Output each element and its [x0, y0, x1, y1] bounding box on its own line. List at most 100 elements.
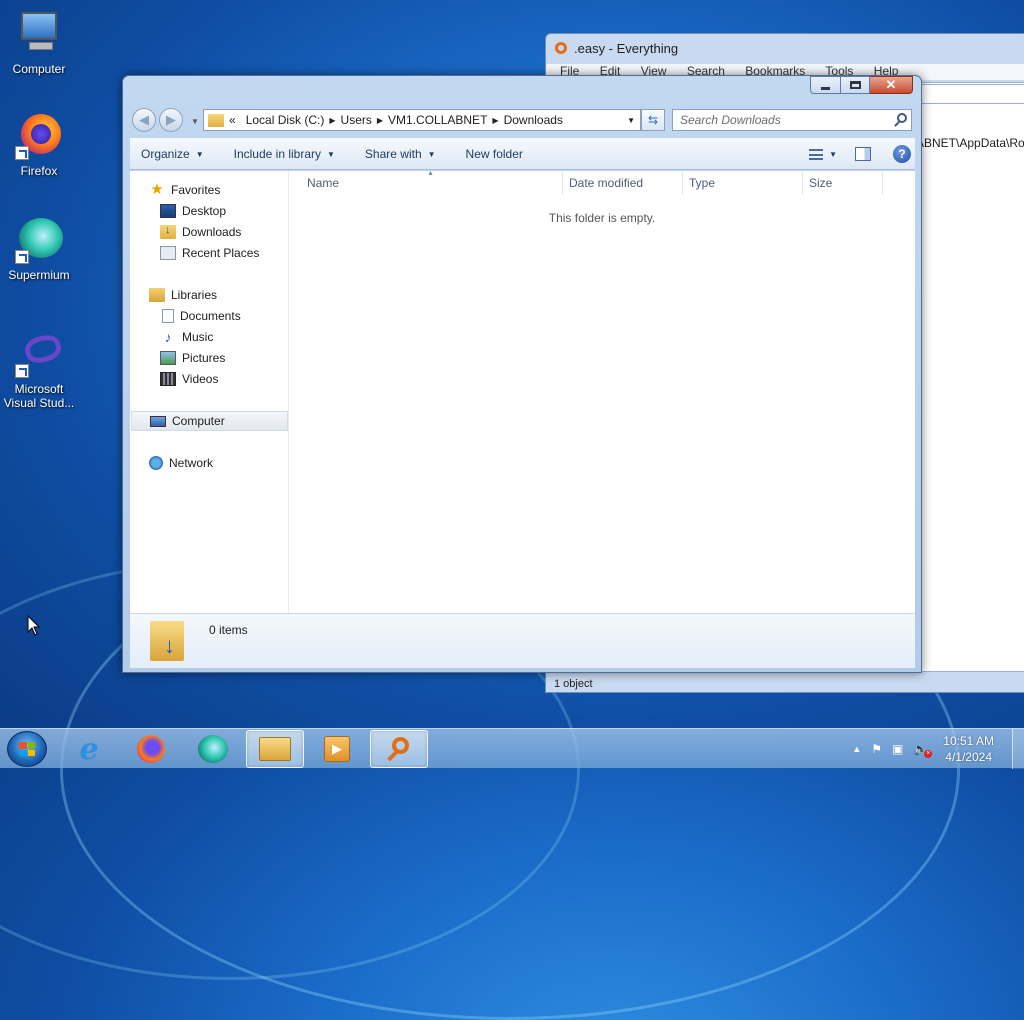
firefox-icon	[137, 735, 165, 763]
column-header-name[interactable]: Name ▲	[289, 170, 563, 195]
address-bar[interactable]: « Local Disk (C:) ▶ Users ▶ VM1.COLLABNE…	[203, 109, 641, 131]
column-label: Date modified	[569, 176, 644, 190]
shortcut-arrow-icon	[15, 364, 29, 378]
search-input[interactable]	[673, 110, 883, 130]
nav-favorites[interactable]: ★ Favorites	[149, 180, 220, 200]
everything-title-bar[interactable]: .easy - Everything	[546, 34, 1024, 64]
nav-label: Music	[182, 330, 214, 344]
nav-videos[interactable]: Videos	[160, 369, 218, 389]
breadcrumb-overflow[interactable]: «	[229, 113, 236, 127]
explorer-window[interactable]: ✕ ◀ ▶ ▼ « Local Disk (C:) ▶ Users ▶ VM1.…	[122, 75, 922, 673]
help-icon[interactable]: ?	[893, 145, 911, 163]
nav-computer[interactable]: Computer	[131, 411, 288, 431]
breadcrumb-users[interactable]: Users	[341, 113, 372, 127]
breadcrumb-downloads[interactable]: Downloads	[504, 113, 563, 127]
close-button[interactable]: ✕	[870, 76, 913, 94]
action-center-flag-icon[interactable]: ⚑	[871, 742, 882, 756]
taskbar-windows-explorer[interactable]	[246, 730, 304, 768]
show-desktop-button[interactable]	[1012, 729, 1024, 769]
recent-pages-dropdown[interactable]: ▼	[191, 117, 199, 126]
breadcrumb-separator-icon[interactable]: ▶	[377, 116, 383, 125]
maximize-button[interactable]	[841, 76, 870, 94]
chevron-down-icon[interactable]: ▼	[829, 150, 837, 159]
clock[interactable]: 10:51 AM 4/1/2024	[943, 733, 994, 765]
breadcrumb-separator-icon[interactable]: ▶	[492, 116, 498, 125]
breadcrumb-local-disk[interactable]: Local Disk (C:)	[246, 113, 325, 127]
system-tray: ▲ ⚑ ▣ 🔈 × 10:51 AM 4/1/2024	[847, 729, 1024, 769]
close-icon: ✕	[885, 77, 897, 92]
preview-pane-icon[interactable]	[855, 147, 871, 161]
taskbar-internet-explorer[interactable]: e	[60, 730, 118, 768]
nav-label: Downloads	[182, 225, 242, 239]
command-bar: Organize ▼ Include in library ▼ Share with…	[130, 138, 915, 170]
item-count: 0 items	[209, 623, 248, 637]
nav-label: Recent Places	[182, 246, 260, 260]
desktop-icon-label: Supermium	[8, 268, 70, 282]
taskbar-supermium[interactable]	[184, 730, 242, 768]
recent-places-icon	[160, 246, 176, 260]
minimize-button[interactable]	[810, 76, 841, 94]
search-box[interactable]	[672, 109, 912, 131]
nav-downloads[interactable]: Downloads	[160, 222, 241, 242]
column-header-date-modified[interactable]: Date modified	[563, 171, 683, 195]
include-in-library-button[interactable]: Include in library ▼	[223, 147, 346, 161]
nav-label: Videos	[182, 372, 219, 386]
back-button[interactable]: ◀	[132, 108, 156, 132]
sort-ascending-icon: ▲	[427, 170, 434, 177]
windows-explorer-icon	[259, 737, 291, 761]
caption-buttons: ✕	[810, 76, 913, 96]
breadcrumb-user-folder[interactable]: VM1.COLLABNET	[388, 113, 487, 127]
desktop-icon-visual-studio[interactable]: Microsoft Visual Stud...	[1, 330, 77, 410]
nav-music[interactable]: ♪ Music	[160, 327, 214, 347]
desktop-icon-label: Firefox	[20, 164, 58, 178]
search-icon[interactable]	[897, 113, 907, 123]
file-list-pane[interactable]: Name ▲ Date modified Type Size This fold…	[289, 170, 915, 613]
nav-recent-places[interactable]: Recent Places	[160, 243, 259, 263]
clock-time: 10:51 AM	[943, 734, 994, 748]
nav-documents[interactable]: Documents	[160, 306, 241, 326]
clock-date: 4/1/2024	[945, 750, 992, 764]
organize-button[interactable]: Organize ▼	[130, 147, 215, 161]
forward-button[interactable]: ▶	[159, 108, 183, 132]
everything-result-path[interactable]: ABNET\AppData\Ro	[916, 136, 1024, 150]
change-view-icon[interactable]	[809, 148, 824, 160]
column-header-size[interactable]: Size	[803, 171, 883, 195]
refresh-icon: ⇆	[647, 113, 659, 127]
taskbar-media-player[interactable]: ▶	[308, 730, 366, 768]
nav-label: Computer	[172, 414, 225, 428]
address-dropdown-icon[interactable]: ▼	[627, 116, 635, 125]
taskbar-everything[interactable]	[370, 730, 428, 768]
everything-search-icon	[386, 736, 412, 762]
mouse-cursor-icon	[27, 615, 41, 636]
volume-muted-icon[interactable]: 🔈 ×	[913, 742, 933, 758]
nav-pictures[interactable]: Pictures	[160, 348, 225, 368]
nav-label: Network	[169, 456, 214, 470]
media-player-icon: ▶	[324, 736, 350, 762]
content-area: ★ Favorites Desktop Downloads Recent Pla…	[130, 170, 915, 613]
column-header-type[interactable]: Type	[683, 171, 803, 195]
everything-status-bar: 1 object	[554, 678, 593, 690]
breadcrumb-separator-icon[interactable]: ▶	[329, 116, 335, 125]
desktop-icon-supermium[interactable]: Supermium	[1, 216, 77, 282]
desktop-icon-firefox[interactable]: Firefox	[1, 112, 77, 178]
internet-explorer-icon: e	[79, 731, 99, 767]
share-with-label: Share with	[364, 147, 422, 161]
libraries-icon	[149, 288, 165, 302]
nav-network[interactable]: Network	[149, 453, 213, 473]
network-status-icon[interactable]: ▣	[892, 742, 903, 756]
nav-desktop[interactable]: Desktop	[160, 201, 226, 221]
start-button[interactable]	[7, 731, 47, 767]
downloads-folder-icon	[150, 621, 184, 661]
desktop-icon-computer[interactable]: Computer	[1, 10, 77, 76]
new-folder-button[interactable]: New folder	[455, 147, 534, 161]
nav-libraries[interactable]: Libraries	[149, 285, 217, 305]
show-hidden-icons-icon[interactable]: ▲	[852, 744, 861, 754]
toolbar-right-group: ▼ ?	[809, 139, 915, 169]
share-with-button[interactable]: Share with ▼	[354, 147, 447, 161]
refresh-button[interactable]: ⇆	[641, 109, 665, 131]
navigation-pane: ★ Favorites Desktop Downloads Recent Pla…	[130, 171, 289, 613]
taskbar-firefox[interactable]	[122, 730, 180, 768]
firefox-icon	[15, 112, 63, 160]
visual-studio-icon	[15, 330, 64, 378]
forward-arrow-icon: ▶	[166, 112, 176, 127]
